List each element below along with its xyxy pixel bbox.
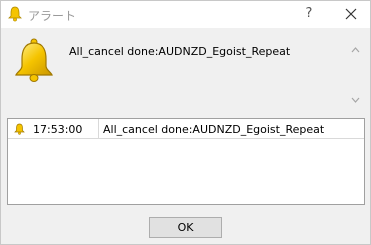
window-title: アラート: [28, 9, 77, 23]
column-divider: [98, 119, 99, 139]
alert-log-list[interactable]: 17:53:00 All_cancel done:AUDNZD_Egoist_R…: [7, 118, 365, 205]
log-time: 17:53:00: [33, 123, 83, 136]
alert-window: アラート ? All_cancel done:AUDNZD_Egoist_Rep…: [0, 0, 371, 245]
alert-message: All_cancel done:AUDNZD_Egoist_Repeat: [69, 45, 291, 58]
help-button[interactable]: ?: [292, 2, 326, 26]
bell-icon: [14, 123, 25, 135]
bell-icon: [8, 6, 22, 22]
message-scrollbar[interactable]: [347, 41, 364, 111]
chevron-down-icon[interactable]: [351, 97, 360, 103]
close-button[interactable]: [334, 2, 368, 26]
ok-button[interactable]: OK: [149, 217, 222, 238]
bell-icon: [12, 37, 56, 83]
title-bar[interactable]: アラート ?: [1, 1, 370, 28]
chevron-up-icon[interactable]: [351, 47, 360, 53]
log-message: All_cancel done:AUDNZD_Egoist_Repeat: [103, 123, 325, 136]
close-icon: [345, 8, 357, 20]
table-row[interactable]: 17:53:00 All_cancel done:AUDNZD_Egoist_R…: [8, 119, 364, 139]
